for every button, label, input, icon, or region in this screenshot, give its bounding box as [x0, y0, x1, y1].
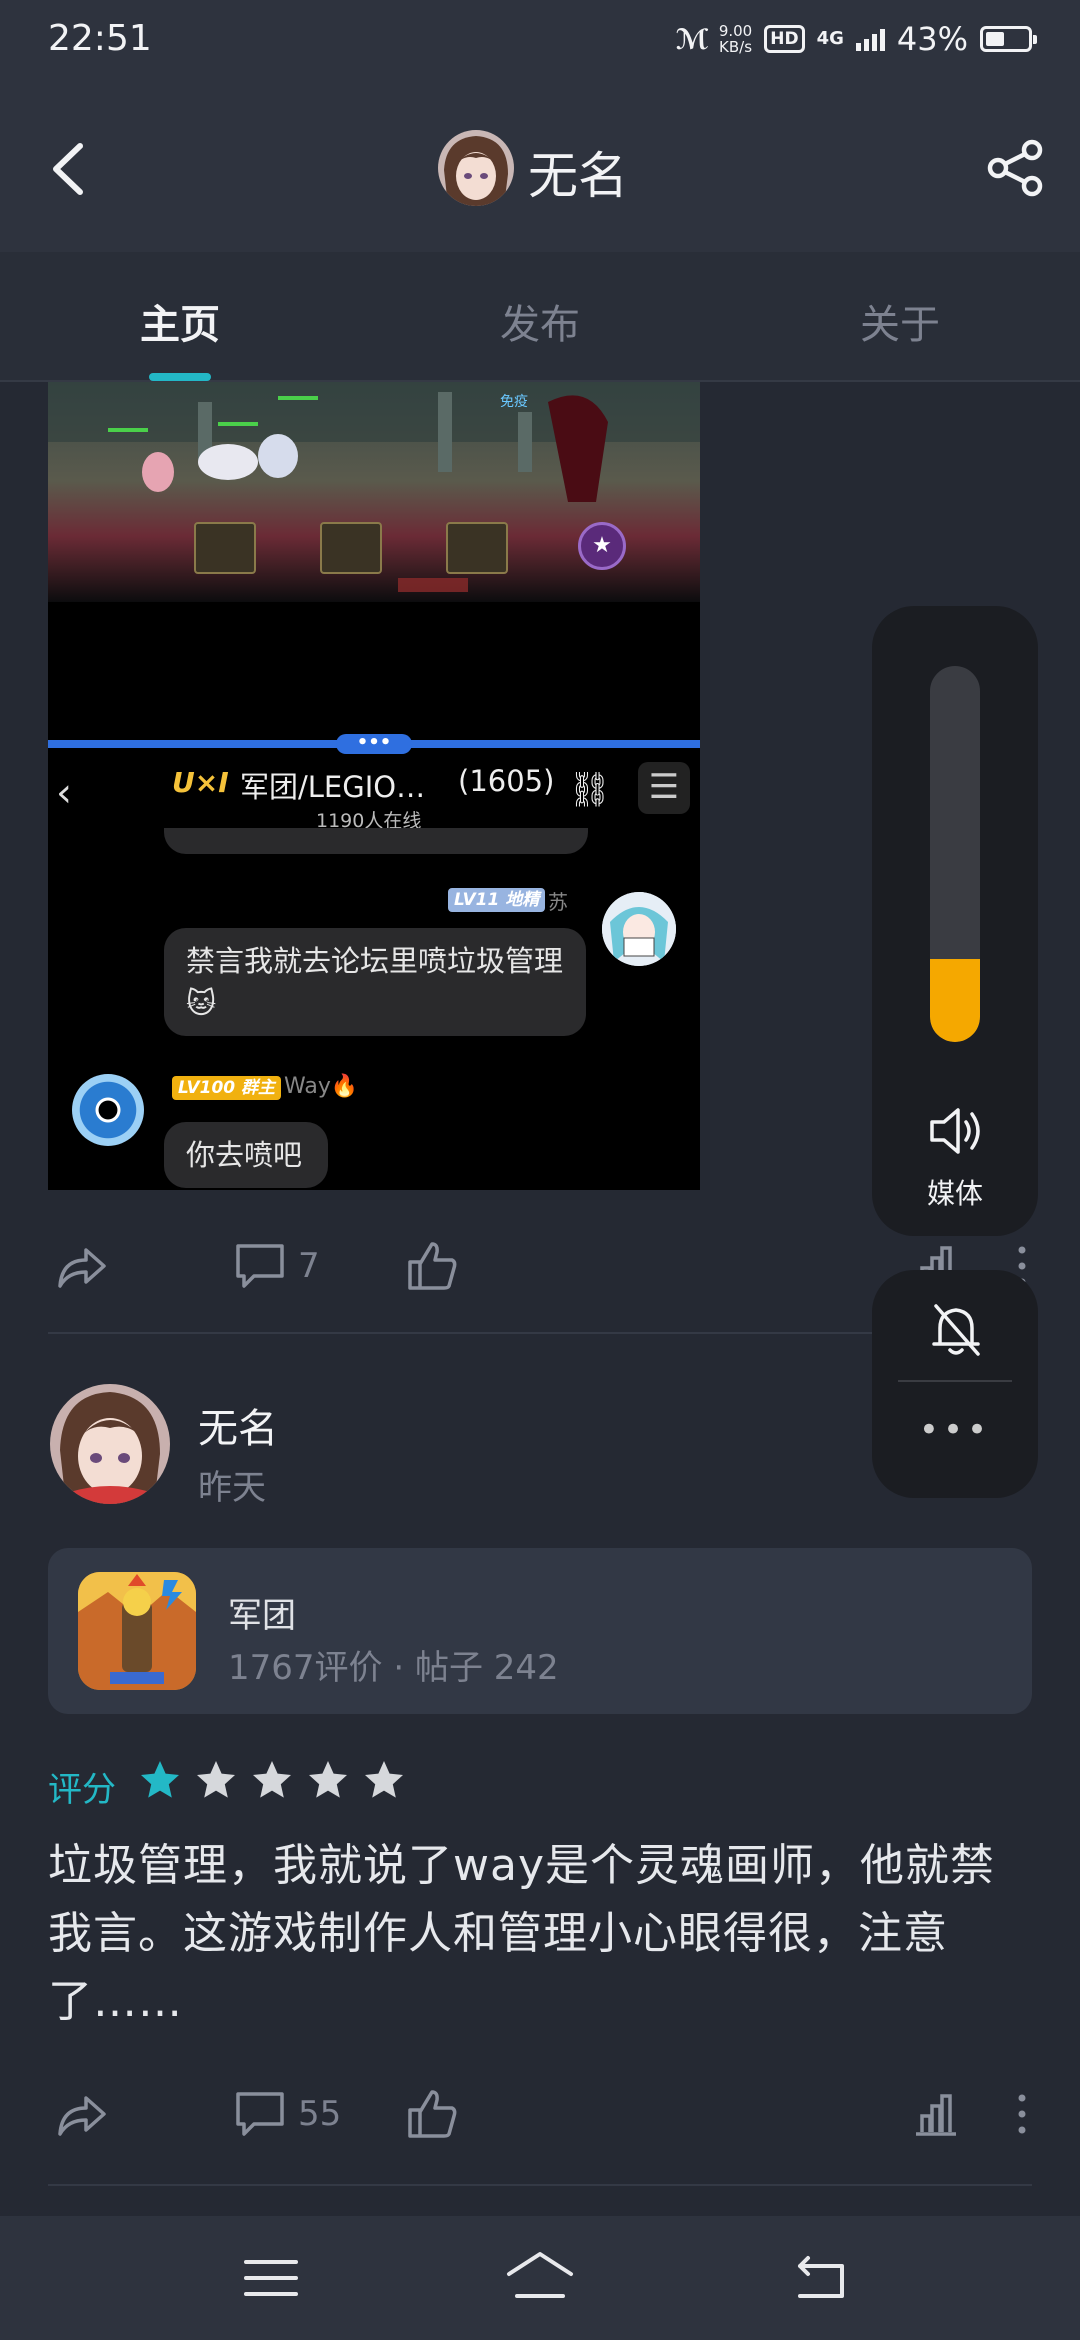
game-icon — [78, 1572, 196, 1690]
chat-bubble: 禁言我就去论坛里喷垃圾管理🐱 — [164, 928, 586, 1036]
system-nav-bar — [0, 2216, 1080, 2340]
sound-options-panel: ••• — [872, 1270, 1038, 1498]
share-button[interactable] — [984, 136, 1048, 200]
chat-header: ‹ U×I 军团/LEGIO… (1605) 1190人在线 ⛓ ☰ — [48, 754, 700, 838]
like-icon[interactable] — [404, 1238, 460, 1294]
star-filled-icon — [141, 1761, 179, 1798]
net-speed-value: 9.00 — [718, 22, 753, 40]
hd-icon: HD — [764, 25, 805, 53]
chat-avatar — [72, 1074, 144, 1146]
menu-icon[interactable] — [236, 2246, 306, 2310]
network-type: 4G — [816, 28, 844, 49]
game-stats: 1767评价 · 帖子 242 — [228, 1648, 559, 1688]
game-name: 军团 — [228, 1596, 296, 1636]
stats-icon[interactable] — [908, 2086, 964, 2142]
back-nav-icon[interactable] — [786, 2246, 856, 2310]
tab-bar: 主页 发布 关于 — [0, 252, 1080, 382]
net-speed-unit: KB/s — [719, 38, 753, 56]
battery-percent: 43% — [896, 20, 968, 58]
net-speed: 9.00 KB/s — [719, 23, 752, 55]
volume-label: 媒体 — [926, 1177, 983, 1210]
game-card[interactable]: 军团 1767评价 · 帖子 242 — [48, 1548, 1032, 1714]
volume-panel: 媒体 — [872, 606, 1038, 1236]
back-button[interactable] — [40, 134, 100, 204]
star-empty-icon — [253, 1761, 291, 1798]
post-time: 昨天 — [198, 1468, 266, 1508]
post-text[interactable]: 垃圾管理，我就说了way是个灵魂画师，他就禁我言。这游戏制作人和管理小心眼得很，… — [48, 1832, 1038, 2036]
post-actions: 55 — [0, 2066, 1080, 2156]
status-time: 22:51 — [48, 18, 152, 59]
divider — [898, 1380, 1012, 1382]
avatar-illustration — [50, 1384, 170, 1504]
profile-avatar[interactable] — [438, 130, 514, 206]
tab-home[interactable]: 主页 — [80, 292, 280, 350]
game-icon-art — [78, 1572, 196, 1690]
tab-indicator — [149, 373, 211, 381]
author-avatar[interactable] — [50, 1384, 170, 1504]
author-name[interactable]: 无名 — [198, 1396, 278, 1454]
level-badge: LV100 群主 — [172, 1076, 282, 1100]
signal-bars-icon — [855, 27, 885, 51]
page-title: 无名 — [528, 147, 628, 205]
chat-group-logo: U×I — [172, 766, 229, 799]
chat-bubble: 你去喷吧 — [164, 1122, 328, 1188]
carrier-logo-icon: ℳ — [675, 22, 709, 56]
skill-card — [194, 522, 256, 574]
header: 无名 — [0, 84, 1080, 252]
tab-about[interactable]: 关于 — [800, 292, 1000, 350]
chat-sender-name: Way🔥 — [284, 1074, 359, 1099]
share-forward-icon[interactable] — [54, 1238, 110, 1294]
volume-level-fill — [930, 959, 980, 1042]
more-options-button[interactable]: ••• — [872, 1410, 1038, 1450]
chat-avatar — [602, 892, 676, 966]
comment-count: 7 — [298, 1246, 320, 1286]
star-empty-icon — [197, 1761, 235, 1798]
divider — [48, 2184, 1032, 2186]
game-scene-image: 免疫 ★ — [48, 382, 700, 602]
split-handle: ••• — [336, 734, 412, 754]
rating-stars — [138, 1758, 406, 1802]
volume-slider[interactable] — [930, 666, 980, 1042]
svg-text:免疫: 免疫 — [500, 394, 528, 410]
chat-back-icon: ‹ — [56, 770, 72, 816]
comment-icon[interactable] — [232, 2086, 288, 2142]
menu-icon: ☰ — [638, 762, 690, 814]
top-bar: 22:51 ℳ 9.00 KB/s HD 4G 43% 无名 — [0, 0, 1080, 252]
avatar-illustration — [602, 892, 676, 966]
level-badge: LV11 地精 — [448, 888, 546, 912]
status-icons: ℳ 9.00 KB/s HD 4G 43% — [675, 20, 1037, 58]
star-empty-icon — [365, 1761, 403, 1798]
home-icon[interactable] — [505, 2246, 575, 2310]
star-empty-icon — [309, 1761, 347, 1798]
comment-icon[interactable] — [232, 1238, 288, 1294]
chat-group-title: 军团/LEGIO… — [240, 770, 426, 804]
share-forward-icon[interactable] — [54, 2086, 110, 2142]
chat-bubble — [164, 828, 588, 854]
more-icon[interactable] — [998, 2086, 1054, 2142]
tab-published[interactable]: 发布 — [440, 292, 640, 350]
skill-card — [446, 522, 508, 574]
link-icon: ⛓ — [568, 770, 612, 810]
battery-icon — [980, 26, 1037, 52]
chat-member-count: (1605) — [458, 764, 555, 798]
like-icon[interactable] — [404, 2086, 460, 2142]
bell-off-icon[interactable] — [928, 1300, 984, 1360]
chat-sender-name: 苏 — [548, 890, 568, 914]
post-image[interactable]: 免疫 ★ ••• ‹ U×I 军团/LEGIO… (1605) 1190人在线 … — [48, 382, 700, 1190]
status-bar: 22:51 ℳ 9.00 KB/s HD 4G 43% — [0, 0, 1080, 84]
avatar-illustration — [438, 130, 514, 206]
skill-card — [320, 522, 382, 574]
speaker-icon[interactable] — [924, 1100, 986, 1162]
comment-count: 55 — [298, 2094, 342, 2134]
star-orb-icon: ★ — [578, 522, 626, 570]
rating-label: 评分 — [48, 1770, 116, 1810]
